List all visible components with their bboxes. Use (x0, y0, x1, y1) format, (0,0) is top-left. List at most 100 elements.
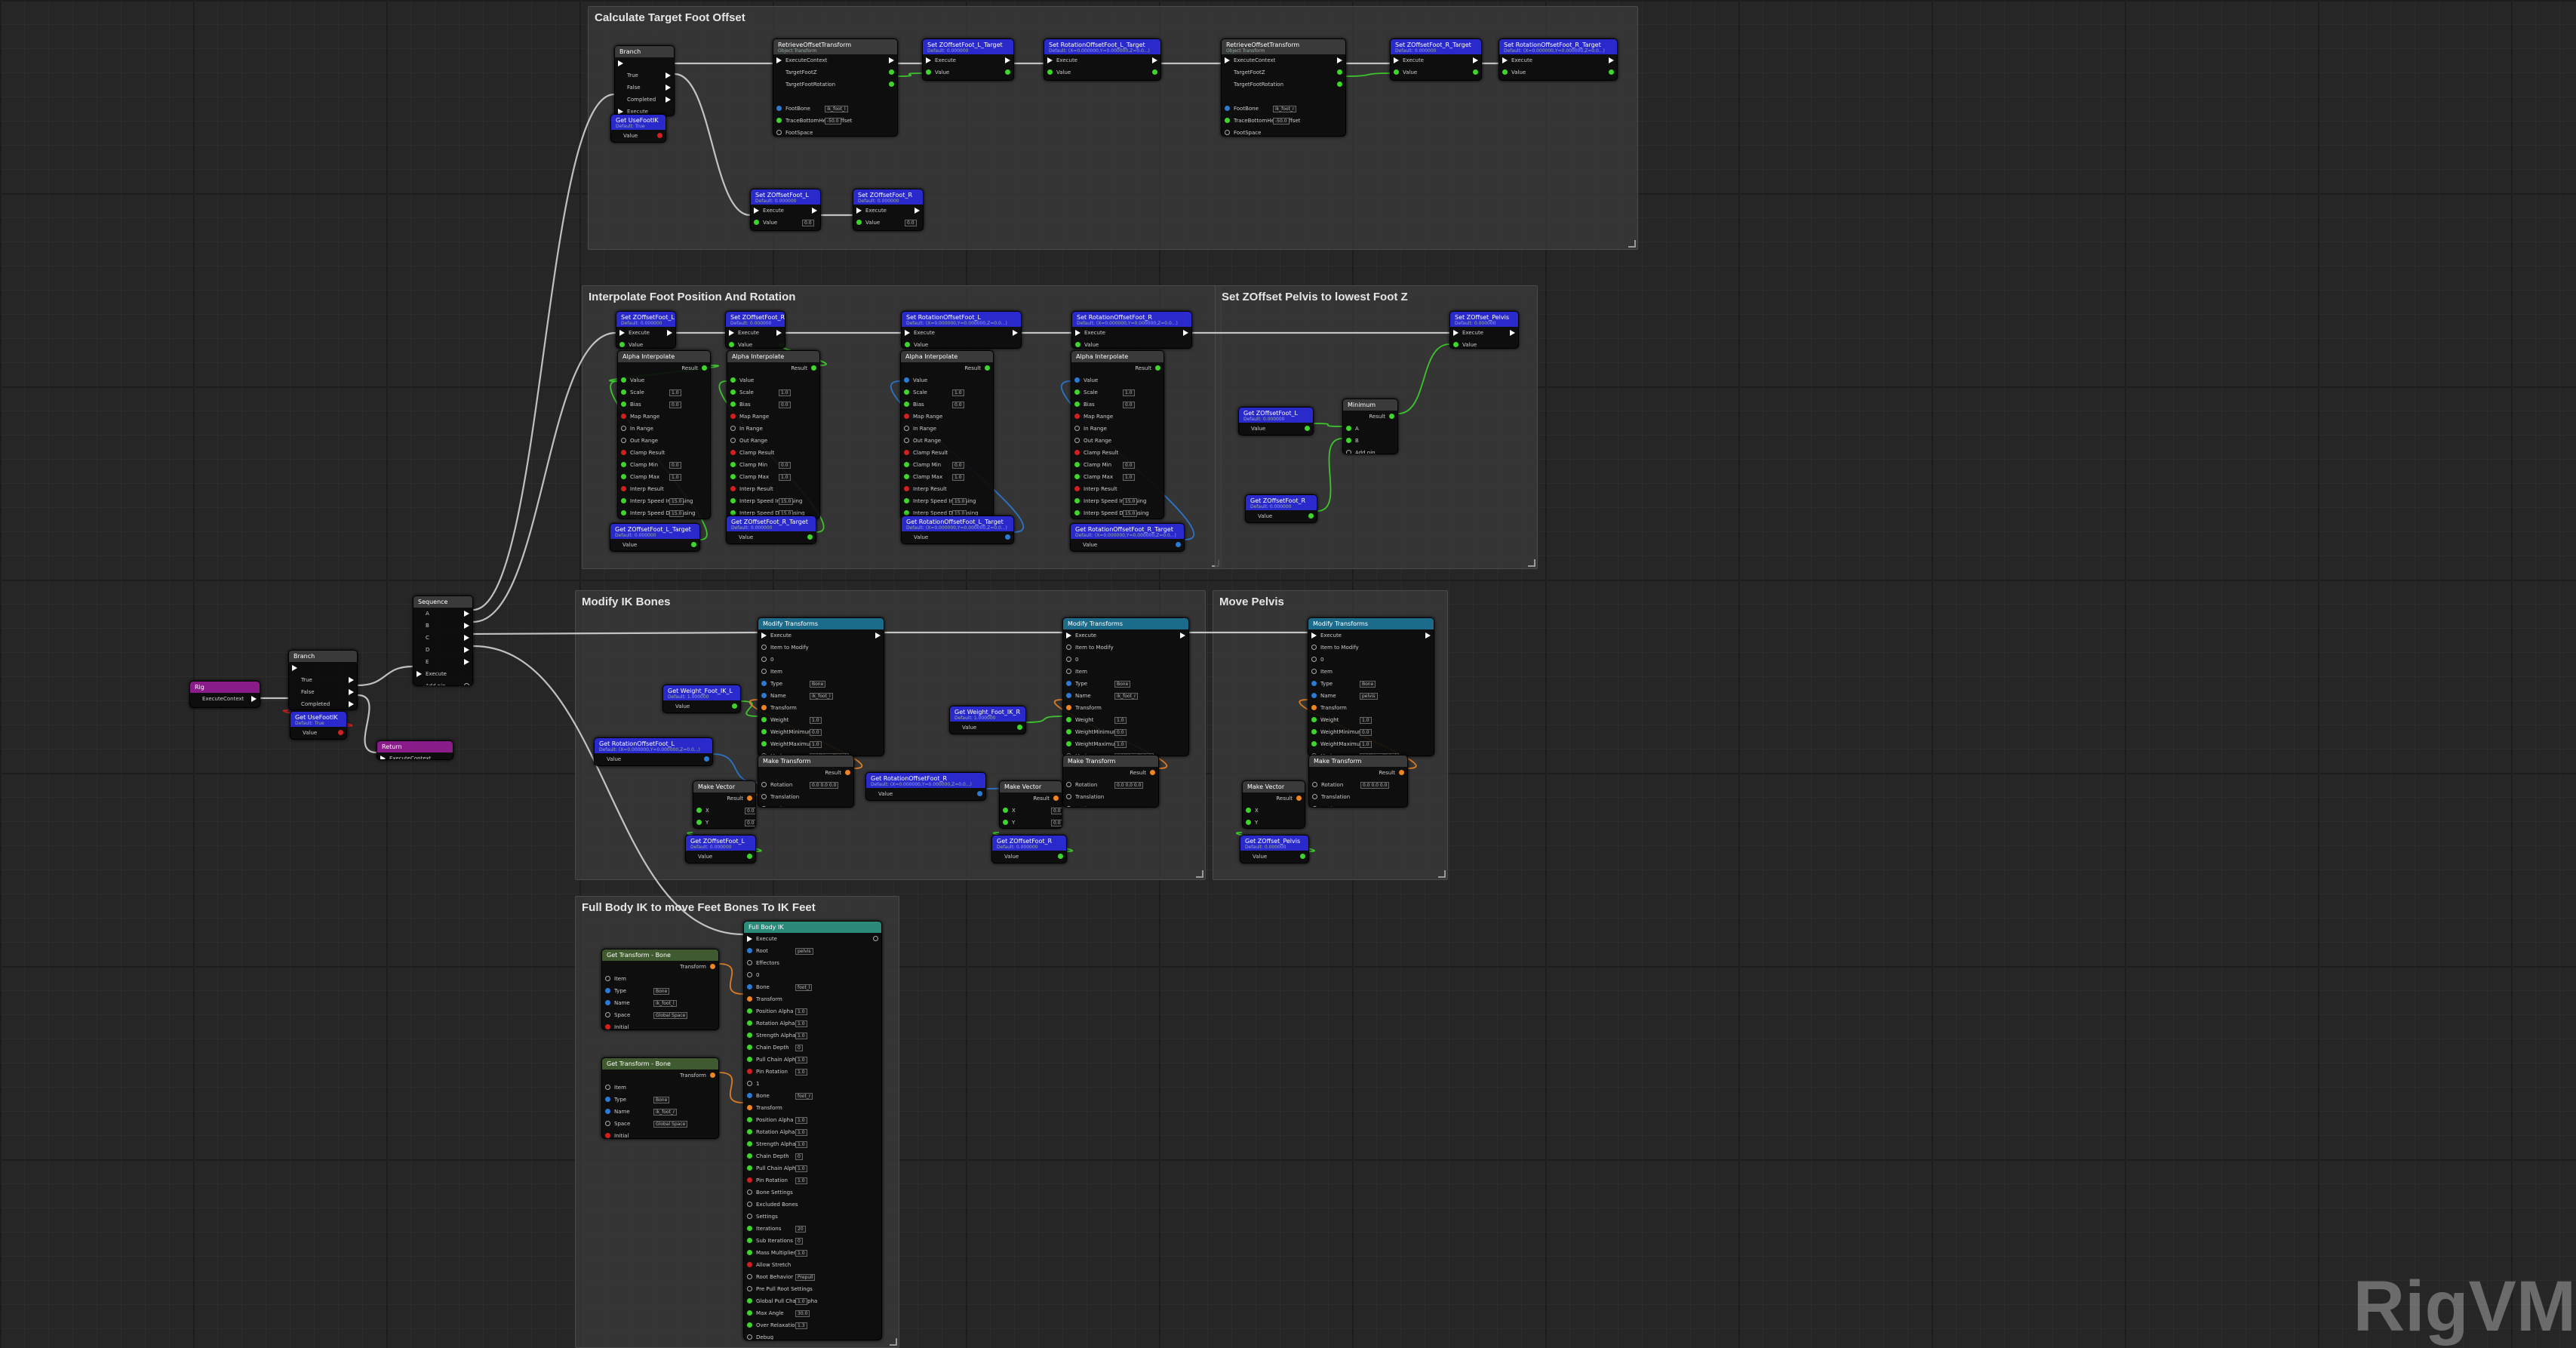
input-pin-icon[interactable] (621, 438, 626, 443)
input-pin-icon[interactable] (761, 681, 767, 686)
input-pin-icon[interactable] (1225, 130, 1230, 135)
green-wire[interactable] (1397, 343, 1450, 414)
output-pin-icon[interactable] (1300, 854, 1305, 859)
input-pin-icon[interactable] (747, 996, 752, 1002)
input-pin-icon[interactable] (730, 450, 736, 455)
get-zoffset-pelvis[interactable]: Get ZOffset_Pelvis Default: 0.000000 Value (1240, 835, 1309, 863)
output-pin-icon[interactable] (1152, 69, 1157, 75)
input-pin-icon[interactable] (1502, 69, 1508, 75)
node-title[interactable]: Modify Transforms (1308, 618, 1434, 629)
pin-value-field[interactable]: Prepull (795, 1274, 816, 1281)
output-pin-icon[interactable] (657, 133, 662, 138)
set-zoffset-r-interp[interactable]: Set ZOffsetFoot_R Default: 0.000000 Execut… (725, 311, 785, 349)
output-pin-icon[interactable] (889, 57, 894, 63)
full-body-ik[interactable]: Full Body IK Execute Root pelvis Effectors 0 B… (743, 921, 882, 1340)
pin-value-field[interactable]: ik_foot_l (810, 693, 833, 700)
input-pin-icon[interactable] (696, 808, 702, 813)
input-pin-icon[interactable] (747, 1238, 752, 1243)
input-pin-icon[interactable] (621, 389, 626, 395)
pin-value-field[interactable]: 0.0 (1123, 402, 1135, 408)
get-zoffset-l-modify[interactable]: Get ZOffsetFoot_L Default: 0.000000 Value (685, 835, 756, 863)
output-pin-icon[interactable] (1609, 69, 1614, 75)
input-pin-icon[interactable] (904, 474, 909, 479)
node-title[interactable]: Rig (190, 682, 260, 693)
input-pin-icon[interactable] (754, 208, 759, 214)
input-pin-icon[interactable] (747, 1093, 752, 1098)
input-pin-icon[interactable] (747, 1298, 752, 1303)
input-pin-icon[interactable] (747, 1081, 752, 1086)
node-title[interactable]: Alpha Interpolate (618, 351, 710, 362)
input-pin-icon[interactable] (621, 450, 626, 455)
green-wire[interactable] (740, 700, 758, 717)
input-pin-icon[interactable] (754, 220, 759, 225)
input-pin-icon[interactable] (904, 389, 909, 395)
input-pin-icon[interactable] (730, 486, 736, 491)
output-pin-icon[interactable] (464, 659, 469, 665)
input-pin-icon[interactable] (904, 377, 909, 383)
exec-wire[interactable] (472, 331, 616, 623)
input-pin-icon[interactable] (904, 510, 909, 516)
set-zoffset-l-interp[interactable]: Set ZOffsetFoot_L Default: 0.000000 Execut… (616, 311, 676, 349)
input-pin-icon[interactable] (747, 1165, 752, 1171)
pin-value-field[interactable]: 0 (795, 1045, 803, 1051)
input-pin-icon[interactable] (904, 414, 909, 419)
output-pin-icon[interactable] (464, 623, 469, 629)
input-pin-icon[interactable] (1074, 426, 1080, 431)
pin-value-field[interactable]: 1.0 (669, 389, 681, 396)
exec-wire[interactable] (472, 93, 615, 611)
set-zoffset-l-target[interactable]: Set ZOffsetFoot_L_Target Default: 0.00000… (922, 38, 1014, 81)
input-pin-icon[interactable] (1066, 705, 1071, 710)
input-pin-icon[interactable] (747, 1129, 752, 1134)
pin-value-field[interactable]: 15.0 (952, 498, 967, 505)
output-pin-icon[interactable] (667, 330, 672, 336)
pin-value-field[interactable]: 1.0 (795, 1033, 807, 1039)
pin-value-field[interactable]: 1.0 (1114, 741, 1127, 748)
output-pin-icon[interactable] (1510, 330, 1515, 336)
input-pin-icon[interactable] (1311, 741, 1317, 746)
input-pin-icon[interactable] (776, 57, 782, 63)
input-pin-icon[interactable] (730, 414, 736, 419)
input-pin-icon[interactable] (621, 510, 626, 516)
pin-value-field[interactable]: 15.0 (669, 498, 684, 505)
output-pin-icon[interactable] (1473, 57, 1478, 63)
pin-value-field[interactable]: 1.0 (779, 474, 791, 481)
output-pin-icon[interactable] (666, 97, 671, 103)
input-pin-icon[interactable] (747, 1141, 752, 1146)
pin-value-field[interactable]: ik_foot_l (653, 1000, 677, 1007)
input-pin-icon[interactable] (1246, 808, 1251, 813)
input-pin-icon[interactable] (605, 1097, 610, 1102)
pin-value-field[interactable]: pelvis (1360, 693, 1378, 700)
node-title[interactable]: Alpha Interpolate (1071, 351, 1164, 362)
input-pin-icon[interactable] (729, 330, 734, 336)
input-pin-icon[interactable] (1066, 794, 1071, 799)
pin-value-field[interactable]: ik_foot_l (825, 106, 848, 112)
output-pin-icon[interactable] (464, 647, 469, 653)
pin-value-field[interactable]: 1.0 (1123, 474, 1135, 481)
input-pin-icon[interactable] (618, 60, 623, 66)
pin-value-field[interactable]: 0.0 (669, 402, 681, 408)
input-pin-icon[interactable] (747, 1153, 752, 1159)
input-pin-icon[interactable] (747, 1033, 752, 1038)
input-pin-icon[interactable] (1311, 632, 1317, 639)
minimum-node[interactable]: Minimum Result A B Add pin (1342, 399, 1398, 454)
modify-transforms-l[interactable]: Modify Transforms Execute Item to Modify 0 I… (758, 617, 884, 756)
input-pin-icon[interactable] (1003, 820, 1008, 825)
input-pin-icon[interactable] (761, 632, 767, 639)
input-pin-icon[interactable] (747, 1214, 752, 1219)
node-title[interactable]: Modify Transforms (758, 618, 884, 629)
pin-value-field[interactable]: 15.0 (779, 498, 794, 505)
input-pin-icon[interactable] (747, 1177, 752, 1183)
make-vector-pelvis[interactable]: Make VectorResultXYZ (1242, 780, 1305, 829)
input-pin-icon[interactable] (1311, 681, 1317, 686)
output-pin-icon[interactable] (985, 365, 990, 371)
input-pin-icon[interactable] (776, 130, 782, 135)
input-pin-icon[interactable] (730, 377, 736, 383)
pin-value-field[interactable]: -50.0 (825, 118, 841, 125)
input-pin-icon[interactable] (747, 1069, 752, 1074)
node-title[interactable]: Make Transform (1063, 756, 1158, 767)
input-pin-icon[interactable] (621, 498, 626, 503)
output-pin-icon[interactable] (349, 689, 354, 695)
pin-value-field[interactable]: Bone (1360, 681, 1376, 688)
input-pin-icon[interactable] (1047, 69, 1053, 75)
input-pin-icon[interactable] (1311, 729, 1317, 734)
